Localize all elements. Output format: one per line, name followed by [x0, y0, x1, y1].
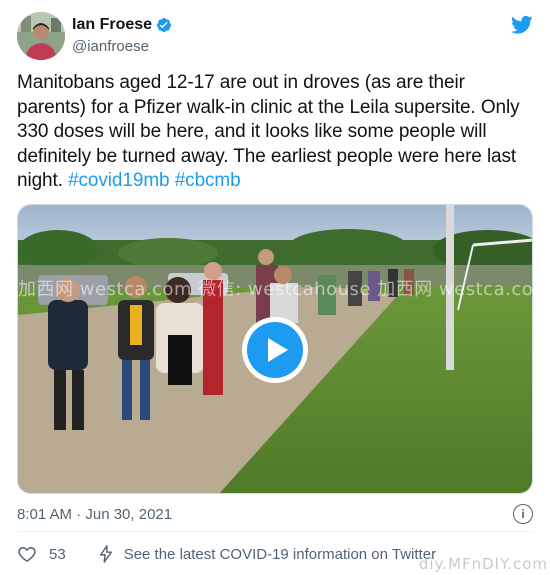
- play-button[interactable]: [242, 317, 308, 383]
- avatar[interactable]: [17, 12, 65, 60]
- covid-info-link[interactable]: See the latest COVID-19 information on T…: [98, 545, 436, 563]
- footer-watermark: diy.MFnDIY.com: [418, 555, 548, 573]
- hashtag-cbcmb[interactable]: #cbcmb: [175, 170, 241, 191]
- covid-info-text: See the latest COVID-19 information on T…: [123, 545, 437, 563]
- tweet-card: Ian Froese @ianfroese Manitobans aged 12…: [0, 0, 550, 575]
- info-icon[interactable]: i: [513, 504, 533, 524]
- lightning-icon: [99, 545, 112, 563]
- tweet-meta: 8:01 AM · Jun 30, 2021 i: [17, 504, 533, 524]
- play-icon: [247, 322, 303, 378]
- tweet-text: Manitobans aged 12-17 are out in droves …: [17, 71, 533, 194]
- name-row: Ian Froese: [72, 16, 172, 34]
- video-watermark: 加西网 westca.com 微信: westcahouse 加西网 westc…: [18, 279, 533, 300]
- twitter-bird-icon[interactable]: [511, 15, 533, 35]
- hashtag-covid19mb[interactable]: #covid19mb: [68, 170, 170, 191]
- video-media[interactable]: 加西网 westca.com 微信: westcahouse 加西网 westc…: [17, 204, 533, 494]
- author-handle[interactable]: @ianfroese: [72, 38, 149, 55]
- author-name[interactable]: Ian Froese: [72, 16, 152, 34]
- like-button[interactable]: 53: [17, 544, 66, 564]
- tweet-header: Ian Froese @ianfroese: [17, 12, 533, 62]
- heart-icon: [18, 546, 36, 562]
- tweet-timestamp[interactable]: 8:01 AM · Jun 30, 2021: [17, 506, 172, 523]
- like-count: 53: [49, 545, 66, 563]
- verified-badge-icon: [156, 17, 172, 33]
- divider: [17, 531, 533, 532]
